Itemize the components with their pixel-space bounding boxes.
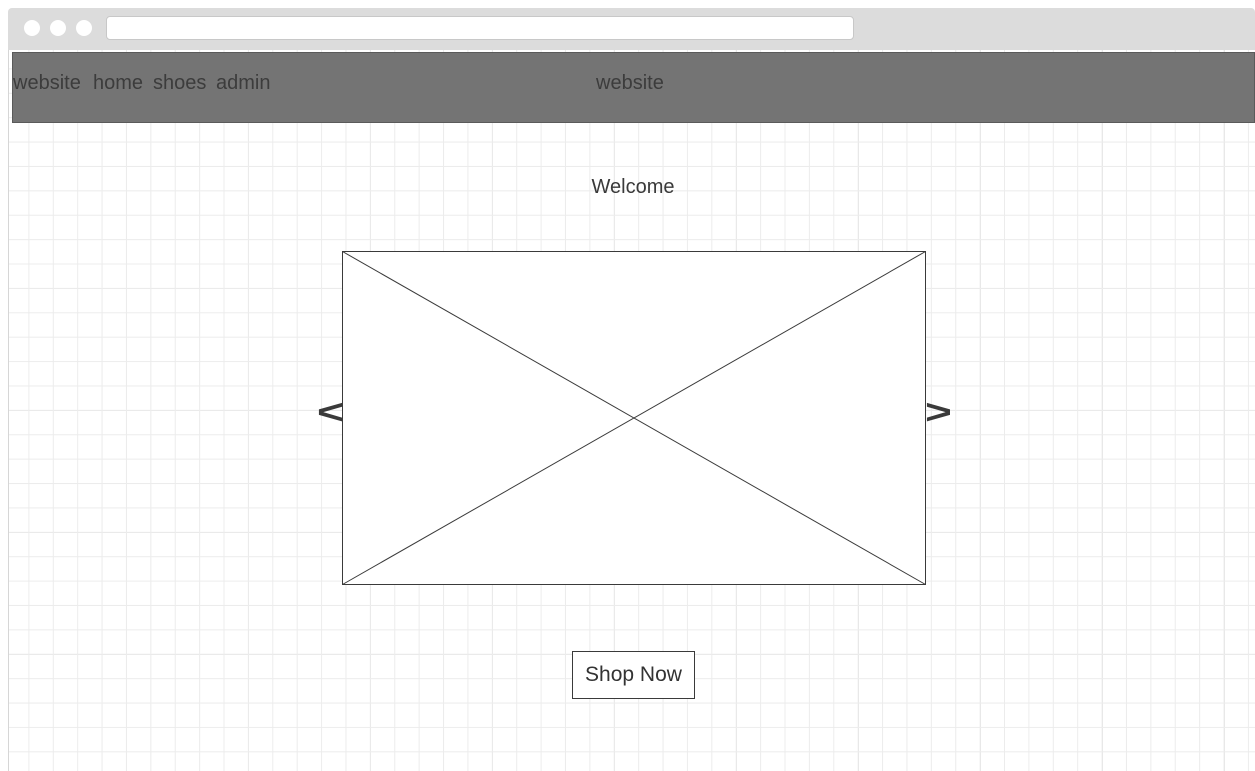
window-maximize-dot[interactable] [76, 20, 92, 36]
nav-link-shoes[interactable]: shoes [153, 72, 206, 95]
nav-link-admin[interactable]: admin [216, 72, 270, 95]
nav-link-home[interactable]: home [93, 72, 143, 95]
shop-now-button[interactable]: Shop Now [572, 651, 695, 699]
window-close-dot[interactable] [24, 20, 40, 36]
carousel-prev-arrow[interactable]: < [317, 394, 344, 429]
browser-window: website home shoes admin website Welcome… [0, 0, 1255, 771]
carousel-next-arrow[interactable]: > [925, 394, 952, 429]
navbar: website home shoes admin website [12, 52, 1255, 123]
address-bar[interactable] [106, 16, 854, 40]
nav-link-website[interactable]: website [13, 72, 81, 95]
window-minimize-dot[interactable] [50, 20, 66, 36]
site-title: website [596, 72, 664, 94]
carousel-image-placeholder [342, 251, 926, 585]
browser-toolbar [8, 8, 1255, 50]
welcome-heading: Welcome [591, 176, 675, 198]
